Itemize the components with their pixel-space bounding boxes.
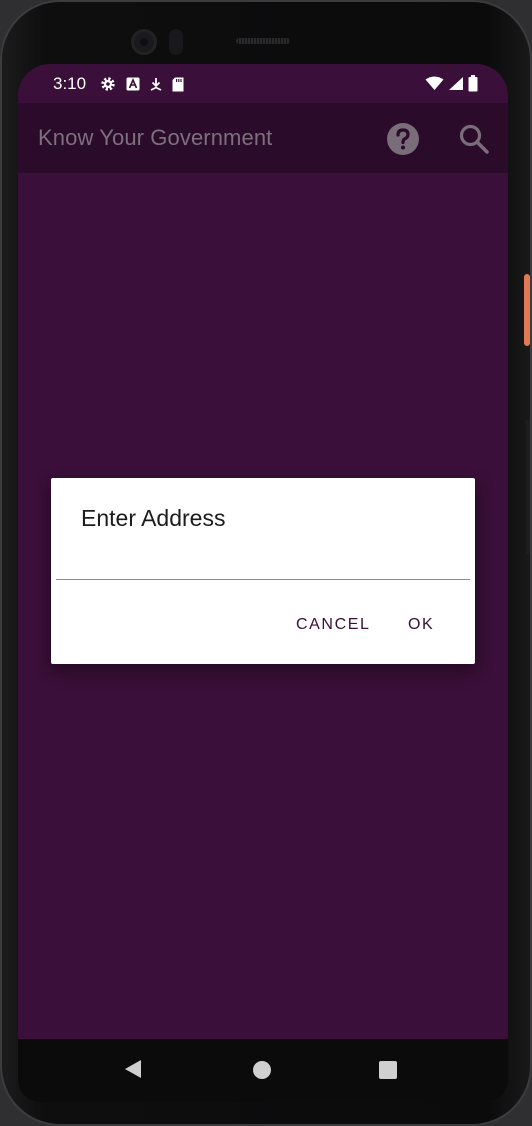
signal-icon	[448, 76, 464, 91]
status-time: 3:10	[53, 74, 87, 93]
home-icon[interactable]	[253, 1061, 271, 1079]
help-icon[interactable]	[386, 122, 420, 156]
enter-address-dialog: Enter Address CANCEL OK	[51, 478, 475, 664]
navigation-bar	[18, 1039, 508, 1102]
front-camera	[131, 29, 157, 55]
recents-icon[interactable]	[379, 1061, 397, 1079]
phone-frame: 3:10 Know Your Government Enter Address …	[0, 0, 532, 1126]
address-input[interactable]	[56, 546, 470, 580]
back-icon[interactable]	[124, 1059, 142, 1084]
app-bar: Know Your Government	[18, 103, 508, 173]
download-icon	[150, 77, 162, 92]
cancel-button[interactable]: CANCEL	[296, 616, 371, 634]
font-a-icon	[126, 77, 140, 91]
screen: 3:10 Know Your Government Enter Address …	[18, 64, 508, 1102]
status-icons-right	[425, 75, 478, 92]
sd-card-icon	[172, 77, 184, 92]
ok-button[interactable]: OK	[408, 616, 434, 634]
battery-icon	[468, 75, 478, 92]
proximity-sensor	[169, 29, 183, 55]
app-title: Know Your Government	[38, 125, 273, 150]
status-icons-left	[100, 76, 184, 92]
status-bar: 3:10	[18, 64, 508, 103]
search-icon[interactable]	[458, 123, 490, 155]
dialog-title: Enter Address	[81, 505, 226, 531]
wifi-icon	[425, 76, 444, 91]
gear-icon	[100, 76, 116, 92]
volume-button[interactable]	[526, 420, 530, 554]
earpiece-speaker	[236, 38, 290, 44]
power-button[interactable]	[524, 274, 530, 346]
